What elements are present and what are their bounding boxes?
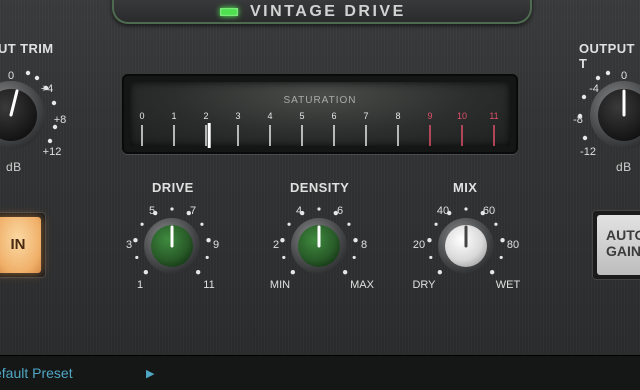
- mix-max-label: WET: [496, 279, 521, 291]
- scale-dot: [581, 94, 587, 100]
- scale-dot: [464, 207, 468, 211]
- scale-dot: [434, 222, 438, 226]
- mix-scale-0: 20: [413, 239, 425, 251]
- controls-graphics: 0 +4 +8 +12 0 -4 -8 -12 SATURATION 0 1 2 3 4…: [0, 70, 640, 291]
- mix-scale-1: 40: [437, 205, 449, 217]
- scale-dot: [282, 255, 286, 260]
- preset-next-arrow-icon[interactable]: ▶: [146, 367, 154, 380]
- scale-dot: [582, 135, 588, 141]
- scale-dot: [47, 138, 53, 144]
- scale-dot: [494, 222, 498, 226]
- meter-tick-label: 11: [489, 111, 498, 121]
- output-trim-scale-0: 0: [621, 70, 627, 82]
- mix-min-label: DRY: [412, 279, 436, 291]
- preset-name[interactable]: efault Preset: [0, 365, 73, 381]
- density-scale-1: 4: [296, 205, 302, 217]
- scale-dot: [317, 207, 321, 211]
- scale-dot: [437, 269, 443, 275]
- density-scale-0: 2: [273, 239, 279, 251]
- density-scale-3: 8: [361, 239, 367, 251]
- scale-dot: [135, 255, 139, 260]
- scale-dot: [195, 269, 201, 275]
- scale-dot: [51, 100, 57, 106]
- drive-scale-0: 1: [137, 279, 143, 291]
- scale-dot: [133, 238, 138, 243]
- preset-bar: efault Preset ▶: [0, 355, 640, 390]
- scale-dot: [140, 222, 144, 226]
- scale-dot: [500, 238, 505, 243]
- mix-scale-2: 60: [483, 205, 495, 217]
- input-trim-scale-3: +12: [43, 146, 62, 158]
- scale-dot: [34, 75, 40, 81]
- scale-dot: [499, 255, 503, 260]
- scale-dot: [429, 255, 433, 260]
- meter-tick-label: 4: [267, 111, 272, 121]
- density-max-label: MAX: [350, 279, 375, 291]
- drive-scale-5: 11: [203, 279, 214, 291]
- drive-scale-1: 3: [126, 239, 132, 251]
- meter-tick-label: 9: [427, 111, 432, 121]
- input-trim-scale-0: 0: [8, 70, 14, 82]
- scale-dot: [427, 238, 432, 243]
- drive-knob[interactable]: [144, 218, 200, 274]
- meter-tick-label: 2: [203, 111, 208, 121]
- meter-tick-label: 3: [235, 111, 240, 121]
- plugin-panel: VINTAGE DRIVE UT TRIM dB OUTPUT T dB DRI…: [0, 0, 640, 390]
- scale-dot: [605, 70, 611, 76]
- scale-dot: [595, 75, 601, 81]
- scale-dot: [489, 269, 495, 275]
- output-trim-scale-3: -12: [580, 146, 596, 158]
- input-trim-knob[interactable]: [0, 81, 45, 149]
- scale-dot: [353, 238, 358, 243]
- scale-dot: [352, 255, 356, 260]
- scale-dot: [25, 70, 31, 76]
- input-trim-scale-2: +8: [54, 114, 67, 126]
- input-trim-scale-1: +4: [41, 83, 54, 95]
- meter-tick-label: 0: [139, 111, 144, 121]
- scale-dot: [205, 255, 209, 260]
- meter-scale: 0 1 2 3 4 5 6 7 8 9 10 11: [139, 111, 499, 146]
- scale-dot: [342, 269, 348, 275]
- scale-dot: [143, 269, 149, 275]
- scale-dot: [206, 238, 211, 243]
- scale-dot: [280, 238, 285, 243]
- meter-title: SATURATION: [284, 95, 357, 106]
- meter-tick-label: 1: [171, 111, 176, 121]
- density-scale-2: 6: [337, 205, 343, 217]
- meter-tick-label: 10: [457, 111, 467, 121]
- drive-scale-3: 7: [190, 205, 196, 217]
- scale-dot: [170, 207, 174, 211]
- drive-scale-2: 5: [149, 205, 155, 217]
- drive-scale-4: 9: [213, 239, 219, 251]
- meter-tick-label: 7: [363, 111, 368, 121]
- meter-tick-label: 8: [395, 111, 400, 121]
- mix-knob[interactable]: [438, 218, 494, 274]
- scale-dot: [200, 222, 204, 226]
- scale-dot: [287, 222, 291, 226]
- scale-dot: [290, 269, 296, 275]
- scale-dot: [347, 222, 351, 226]
- density-min-label: MIN: [270, 279, 290, 291]
- output-trim-scale-2: -8: [573, 114, 583, 126]
- output-trim-scale-1: -4: [589, 83, 599, 95]
- mix-scale-3: 80: [507, 239, 519, 251]
- meter-tick-label: 6: [331, 111, 336, 121]
- density-knob[interactable]: [291, 218, 347, 274]
- meter-tick-label: 5: [299, 111, 304, 121]
